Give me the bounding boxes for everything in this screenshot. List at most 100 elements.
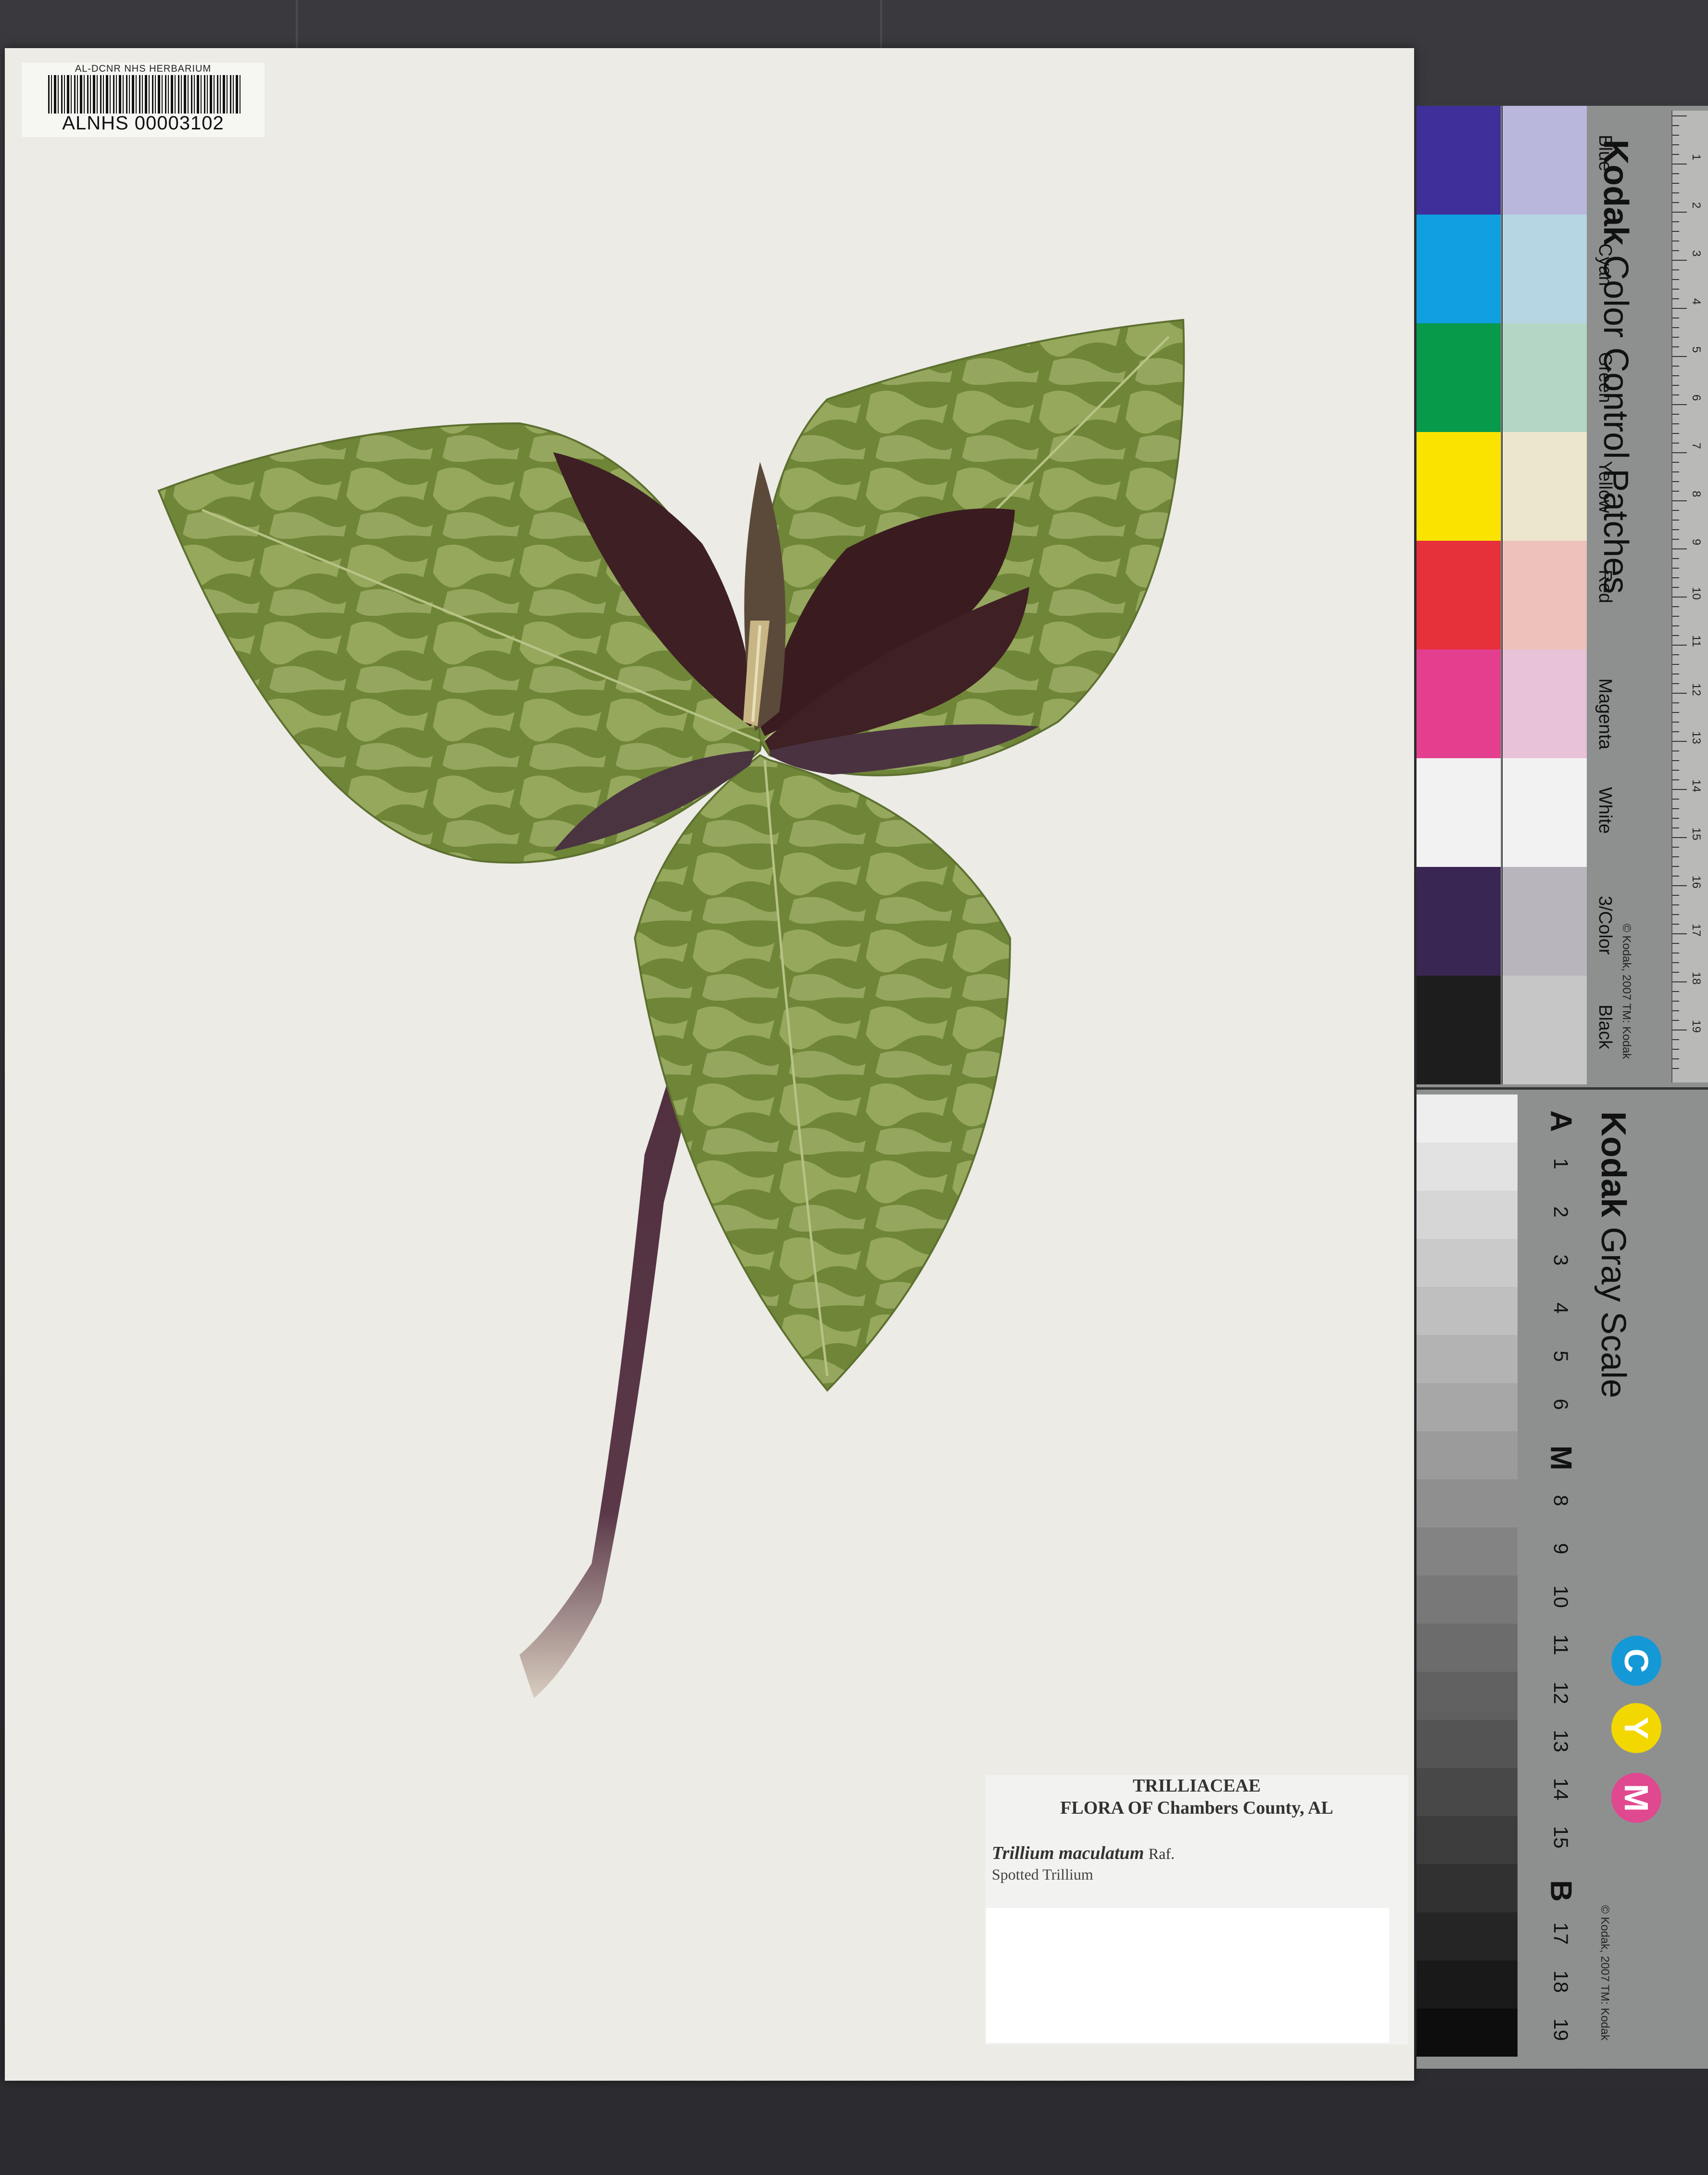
ruler-number: 16 [1690, 876, 1703, 889]
ruler-tick [1672, 885, 1687, 886]
ruler-number: 7 [1690, 443, 1703, 449]
ruler-tick [1672, 173, 1679, 174]
gray-step [1417, 1143, 1518, 1191]
ruler-tick [1672, 731, 1679, 732]
ruler-number: 19 [1690, 1020, 1703, 1033]
color-patch-light [1502, 649, 1587, 758]
ruler-tick [1672, 606, 1679, 607]
color-patch-light [1502, 541, 1587, 649]
gray-step [1417, 1720, 1518, 1768]
gray-step [1417, 1576, 1518, 1624]
species-name: Trillium maculatum [992, 1843, 1144, 1863]
ruler-number: 11 [1690, 635, 1703, 647]
ruler-number: 13 [1690, 731, 1703, 744]
ruler-tick [1672, 664, 1679, 665]
ruler-tick [1672, 924, 1679, 925]
cym-dot: C [1611, 1636, 1661, 1686]
ruler-tick [1672, 808, 1679, 809]
ruler-tick [1672, 645, 1687, 646]
ruler-tick [1672, 192, 1679, 193]
ruler-tick [1672, 520, 1679, 521]
ruler-tick [1672, 847, 1679, 848]
ruler-tick [1672, 770, 1679, 771]
gray-scale-title: Kodak Gray Scale [1594, 1111, 1633, 1398]
ruler-number: 9 [1690, 539, 1703, 546]
color-chart-title: Kodak Color Control Patches [1596, 140, 1635, 594]
color-patch-dark [1417, 215, 1501, 323]
ruler-tick [1672, 722, 1679, 723]
ruler-tick [1672, 289, 1679, 290]
ruler-tick [1672, 568, 1679, 569]
gray-step [1417, 1479, 1518, 1527]
ruler-tick [1672, 779, 1679, 780]
ruler-tick [1672, 423, 1679, 424]
gray-step [1417, 1912, 1518, 1960]
color-patch-dark [1417, 541, 1501, 649]
ruler-tick [1672, 712, 1679, 713]
ruler-tick [1672, 491, 1679, 492]
color-patch-light [1502, 976, 1587, 1084]
ruler-tick [1672, 529, 1679, 530]
color-chart-brand: Kodak [1596, 140, 1635, 246]
ruler-tick [1672, 404, 1687, 405]
ruler-tick [1672, 164, 1687, 165]
ruler-number: 5 [1690, 346, 1703, 353]
ruler-tick [1672, 212, 1687, 213]
gray-step [1417, 1094, 1518, 1143]
ruler-tick [1672, 1068, 1679, 1069]
ruler-number: 3 [1690, 250, 1703, 257]
ruler-number: 1 [1690, 154, 1703, 161]
ruler-tick [1672, 548, 1687, 549]
color-chart-copyright: © Kodak, 2007 TM: Kodak [1620, 924, 1633, 1059]
ruler-tick [1672, 981, 1687, 982]
ruler-tick [1672, 625, 1679, 626]
ruler-tick [1672, 972, 1679, 973]
ruler-tick [1672, 904, 1679, 905]
ruler-number: 18 [1690, 972, 1703, 985]
ruler-number: 10 [1690, 587, 1703, 600]
ruler-tick [1672, 279, 1679, 280]
ruler-tick [1672, 481, 1679, 482]
gray-step-label: 6 [1550, 1399, 1572, 1410]
ruler-tick [1672, 1039, 1679, 1040]
ruler-tick [1672, 202, 1679, 203]
color-patch-name: 3/Color [1595, 896, 1615, 955]
ruler-tick [1672, 943, 1679, 944]
gray-step-label: 8 [1550, 1495, 1572, 1506]
ruler-tick [1672, 346, 1679, 347]
color-patch-name: Black [1595, 1005, 1615, 1049]
ruler-number: 4 [1690, 298, 1703, 305]
ruler-tick [1672, 260, 1687, 261]
gray-step-label: B [1544, 1880, 1578, 1902]
color-patch-name: Magenta [1595, 678, 1615, 750]
gray-step-label: 2 [1550, 1206, 1572, 1218]
ruler-tick [1672, 750, 1679, 751]
ruler-tick [1672, 1049, 1679, 1050]
ruler-number: 15 [1690, 827, 1703, 840]
ruler-tick [1672, 597, 1687, 598]
ruler-tick [1672, 827, 1679, 828]
blank-label-area [986, 1908, 1389, 2043]
common-name: Spotted Trillium [992, 1866, 1093, 1883]
ruler-tick [1672, 144, 1679, 145]
ruler-tick [1672, 962, 1679, 963]
ruler-tick [1672, 789, 1687, 790]
gray-step [1417, 1672, 1518, 1720]
barcode-label: AL-DCNR NHS HERBARIUM ALNHS 00003102 [22, 63, 265, 137]
color-patch-dark [1417, 432, 1501, 541]
ruler-tick [1672, 115, 1687, 116]
gray-step-label: 4 [1550, 1302, 1572, 1314]
ruler-tick [1672, 693, 1687, 694]
ruler-tick [1672, 866, 1679, 867]
ruler-tick [1672, 616, 1679, 617]
gray-step-label: 9 [1550, 1543, 1572, 1554]
ruler-tick [1672, 587, 1679, 588]
color-patch-light [1502, 106, 1587, 215]
gray-step [1417, 1287, 1518, 1335]
gray-step-label: 14 [1550, 1778, 1572, 1801]
leaf-bottom [633, 754, 1012, 1392]
ruler-tick [1672, 356, 1687, 357]
ruler-tick [1672, 914, 1679, 915]
ruler-number: 17 [1690, 924, 1703, 937]
ruler-tick [1672, 741, 1687, 742]
